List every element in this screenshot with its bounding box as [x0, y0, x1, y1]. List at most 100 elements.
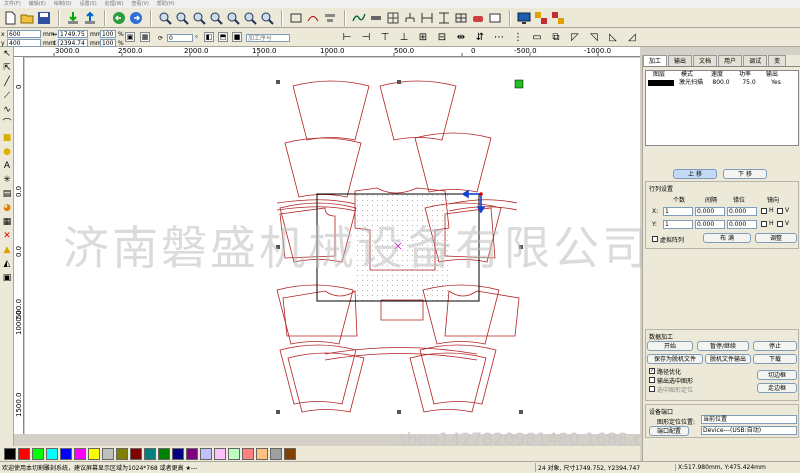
v-dimension-icon[interactable] — [436, 10, 452, 26]
save-icon[interactable] — [36, 10, 52, 26]
menu-file[interactable]: 文件(F) — [4, 0, 21, 8]
zoom-selection-icon[interactable] — [225, 10, 241, 26]
align-bottom-icon[interactable]: ⊥ — [395, 30, 413, 46]
table-row[interactable]: 激光扫描 800.0 75.0 Yes — [646, 79, 798, 87]
curve-icon[interactable] — [351, 10, 367, 26]
array-icon[interactable]: ▦ — [0, 215, 14, 229]
corner-br-icon[interactable]: ◿ — [623, 30, 641, 46]
tab-debug[interactable]: 调试 — [743, 55, 768, 66]
array-y-mirror-v-checkbox[interactable] — [777, 221, 783, 227]
laser-head-icon[interactable] — [470, 10, 486, 26]
mirror-h-icon[interactable]: ◧ — [204, 32, 214, 42]
same-size-icon[interactable]: ▭ — [528, 30, 546, 46]
same-width-icon[interactable]: ⇹ — [452, 30, 470, 46]
corner-tr-icon[interactable]: ◹ — [585, 30, 603, 46]
same-height-icon[interactable]: ⇵ — [471, 30, 489, 46]
warning-icon[interactable]: ▲ — [0, 243, 14, 257]
puzzle-icon[interactable] — [533, 10, 549, 26]
swatch-cyan[interactable] — [46, 447, 58, 460]
mirror-v-icon[interactable]: ⬒ — [218, 32, 228, 42]
output-selected-checkbox[interactable] — [649, 377, 655, 383]
align-center-v-icon[interactable]: ⊟ — [433, 30, 451, 46]
swatch-salmon[interactable] — [242, 447, 254, 460]
swatch-red[interactable] — [18, 447, 30, 460]
lock-icon[interactable]: ▦ — [140, 32, 150, 42]
menu-help[interactable]: 帮助(H) — [157, 0, 175, 8]
swatch-navy[interactable] — [172, 447, 184, 460]
delete-icon[interactable]: ✕ — [0, 229, 14, 243]
new-file-icon[interactable] — [2, 10, 18, 26]
align-center-h-icon[interactable]: ⊞ — [414, 30, 432, 46]
array-y-spacing[interactable]: 0.000 — [695, 220, 725, 229]
port-select[interactable]: Device---(USB:自动) — [701, 426, 797, 435]
zoom-custom-icon[interactable] — [259, 10, 275, 26]
swatch-black[interactable] — [4, 447, 16, 460]
array-y-count[interactable]: 1 — [663, 220, 693, 229]
walk-frame-button[interactable]: 走边框 — [757, 383, 797, 393]
path-opt-checkbox[interactable]: ✓ — [649, 368, 655, 374]
frame-icon[interactable] — [487, 10, 503, 26]
tab-output[interactable]: 输出 — [668, 55, 693, 66]
zoom-fit-icon[interactable] — [191, 10, 207, 26]
paint-icon[interactable]: ◕ — [0, 201, 14, 215]
rotate-angle-input[interactable] — [167, 34, 193, 42]
move-down-button[interactable]: 下 移 — [723, 169, 767, 179]
swatch-maroon[interactable] — [130, 447, 142, 460]
height-input[interactable] — [58, 39, 88, 47]
swatch-darkgreen[interactable] — [158, 447, 170, 460]
swatch-lavender[interactable] — [200, 447, 212, 460]
zoom-tool-icon[interactable]: ▣ — [0, 271, 14, 285]
zoom-in-icon[interactable] — [157, 10, 173, 26]
swatch-silver[interactable] — [102, 447, 114, 460]
menu-process[interactable]: 处理(W) — [105, 0, 124, 8]
download-button[interactable]: 下载 — [753, 354, 797, 364]
tree-icon[interactable] — [402, 10, 418, 26]
align-icon[interactable] — [322, 10, 338, 26]
layout-fill-button[interactable]: 布 满 — [703, 233, 751, 243]
array-y-mirror-h-checkbox[interactable] — [761, 221, 767, 227]
undo-icon[interactable] — [111, 10, 127, 26]
group-icon[interactable]: ⧉ — [547, 30, 565, 46]
tab-user[interactable]: 用户 — [718, 55, 743, 66]
virtual-array-checkbox[interactable] — [652, 236, 658, 242]
corner-tl-icon[interactable]: ◸ — [566, 30, 584, 46]
open-folder-icon[interactable] — [19, 10, 35, 26]
swatch-purple[interactable] — [186, 447, 198, 460]
tab-process[interactable]: 加工 — [643, 55, 668, 66]
menu-draw[interactable]: 绘制(D) — [54, 0, 72, 8]
move-up-button[interactable]: 上 移 — [673, 169, 717, 179]
menu-settings[interactable]: 设置(S) — [80, 0, 97, 8]
stop-button[interactable]: 停止 — [753, 341, 797, 351]
bar-icon[interactable] — [368, 10, 384, 26]
import-icon[interactable] — [65, 10, 81, 26]
offline-output-button[interactable]: 脱机文件输出 — [705, 354, 751, 364]
export-icon[interactable] — [82, 10, 98, 26]
lock-ratio-icon[interactable]: ▣ — [125, 32, 135, 42]
start-button[interactable]: 开始 — [647, 341, 693, 351]
line-icon[interactable]: ╱ — [0, 75, 14, 89]
swatch-magenta[interactable] — [74, 447, 86, 460]
zoom-out-icon[interactable] — [174, 10, 190, 26]
swatch-olive[interactable] — [116, 447, 128, 460]
port-config-button[interactable]: 端口配置 — [649, 426, 689, 436]
scale-y-input[interactable] — [100, 39, 116, 47]
swatch-gray[interactable] — [270, 447, 282, 460]
array-x-spacing[interactable]: 0.000 — [695, 207, 725, 216]
save-offline-button[interactable]: 保存为脱机文件 — [647, 354, 703, 364]
array-x-mirror-v-checkbox[interactable] — [777, 208, 783, 214]
node-edit-icon[interactable] — [305, 10, 321, 26]
node-select-icon[interactable]: ⇱ — [0, 61, 14, 75]
array-x-mirror-h-checkbox[interactable] — [761, 208, 767, 214]
swatch-mint[interactable] — [228, 447, 240, 460]
origin-select[interactable]: 当前位置 — [701, 415, 797, 424]
tab-transform[interactable]: 变 — [768, 55, 787, 66]
menu-view[interactable]: 查看(V) — [132, 0, 149, 8]
array-y-offset[interactable]: 0.000 — [727, 220, 757, 229]
menu-edit[interactable]: 编辑(E) — [29, 0, 46, 8]
nesting-icon[interactable] — [550, 10, 566, 26]
width-input[interactable] — [58, 30, 88, 38]
redo-icon[interactable] — [128, 10, 144, 26]
table-icon[interactable] — [453, 10, 469, 26]
adjust-button[interactable]: 调整 — [755, 233, 797, 243]
polyline-icon[interactable]: ⟋ — [0, 89, 14, 103]
